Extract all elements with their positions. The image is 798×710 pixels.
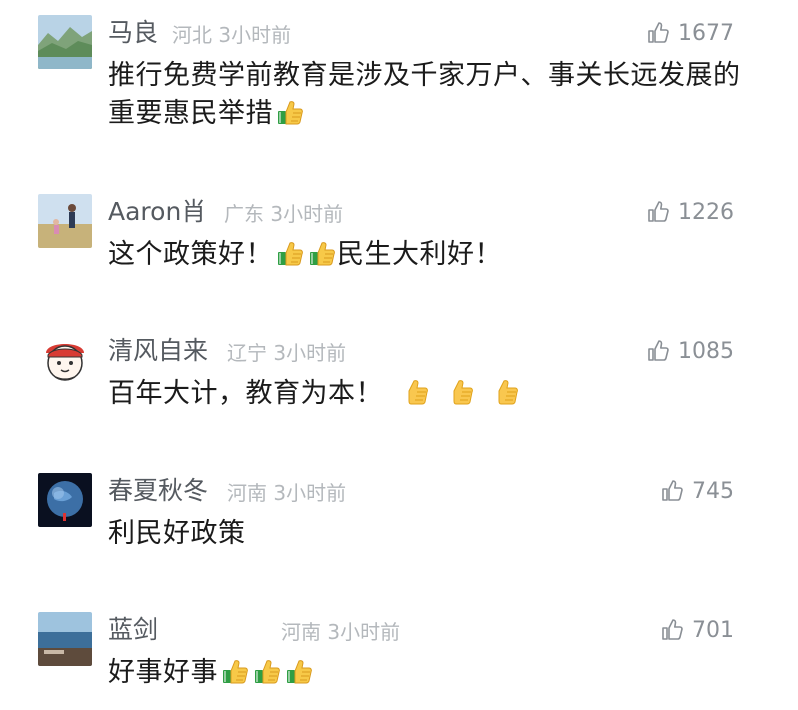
thumbs-up-icon [646, 200, 670, 224]
earth-night-photo-icon [38, 473, 92, 527]
green-thumbs-up-icon [220, 656, 250, 686]
like-button[interactable]: 1085 [646, 336, 734, 366]
green-thumbs-up-icon [307, 238, 337, 268]
cartoon-mascot-icon [38, 333, 92, 387]
comment-text: 这个政策好！ 民生大利好！ [108, 236, 748, 274]
user-name[interactable]: 马良 [108, 17, 158, 49]
comment-item: 马良 河北 3小时前 1677 推行免费学前教育是涉及千家万户、事关长远发展的 … [0, 15, 798, 135]
comment-text-part: 这个政策好！ [108, 239, 273, 270]
comment-item: 清风自来 辽宁 3小时前 1085 百年大计，教育为本！ [0, 333, 798, 433]
comment-text: 利民好政策 [108, 515, 748, 553]
comment-item: 蓝剑 河南 3小时前 701 好事好事 [0, 612, 798, 702]
mountain-lake-photo-icon [38, 15, 92, 69]
like-count: 745 [692, 478, 734, 504]
comment-text-part: 百年大计，教育为本！ [108, 378, 383, 409]
seascape-photo-icon [38, 612, 92, 666]
thumbs-up-icon [660, 618, 684, 642]
avatar[interactable] [38, 194, 92, 248]
like-button[interactable]: 1677 [646, 18, 734, 48]
like-count: 1085 [678, 338, 734, 364]
avatar[interactable] [38, 473, 92, 527]
comment-text: 推行免费学前教育是涉及千家万户、事关长远发展的 重要惠民举措 [108, 57, 748, 133]
comment-text: 好事好事 [108, 654, 748, 692]
comment-text-part: 好事好事 [108, 657, 218, 688]
yellow-thumbs-up-icon [492, 377, 522, 407]
green-thumbs-up-icon [252, 656, 282, 686]
user-name[interactable]: Aaron肖 [108, 196, 206, 228]
like-count: 1226 [678, 199, 734, 225]
yellow-thumbs-up-icon [447, 377, 477, 407]
user-name[interactable]: 蓝剑 [108, 614, 158, 646]
comment-meta: 辽宁 3小时前 [227, 341, 347, 365]
comment-meta: 河北 3小时前 [172, 23, 292, 47]
green-thumbs-up-icon [275, 238, 305, 268]
thumbs-up-icon [646, 339, 670, 363]
comment-text-line: 重要惠民举措 [108, 98, 273, 129]
green-thumbs-up-icon [275, 97, 305, 127]
comment-text-line: 推行免费学前教育是涉及千家万户、事关长远发展的 [108, 60, 741, 91]
avatar[interactable] [38, 612, 92, 666]
user-name[interactable]: 春夏秋冬 [108, 475, 208, 507]
thumbs-up-icon [660, 479, 684, 503]
avatar[interactable] [38, 333, 92, 387]
like-button[interactable]: 745 [660, 476, 734, 506]
comment-meta: 河南 3小时前 [281, 620, 401, 644]
like-button[interactable]: 1226 [646, 197, 734, 227]
like-count: 701 [692, 617, 734, 643]
person-field-photo-icon [38, 194, 92, 248]
comment-text-part: 民生大利好！ [337, 239, 502, 270]
comment-item: 春夏秋冬 河南 3小时前 745 利民好政策 [0, 473, 798, 563]
comment-item: Aaron肖 广东 3小时前 1226 这个政策好！ 民生大利好！ [0, 194, 798, 294]
avatar[interactable] [38, 15, 92, 69]
green-thumbs-up-icon [284, 656, 314, 686]
user-name[interactable]: 清风自来 [108, 335, 208, 367]
comment-meta: 河南 3小时前 [227, 481, 347, 505]
comment-text-part: 利民好政策 [108, 518, 246, 549]
thumbs-up-icon [646, 21, 670, 45]
comment-meta: 广东 3小时前 [224, 202, 344, 226]
comment-text: 百年大计，教育为本！ [108, 375, 748, 413]
like-count: 1677 [678, 20, 734, 46]
yellow-thumbs-up-icon [402, 377, 432, 407]
like-button[interactable]: 701 [660, 615, 734, 645]
